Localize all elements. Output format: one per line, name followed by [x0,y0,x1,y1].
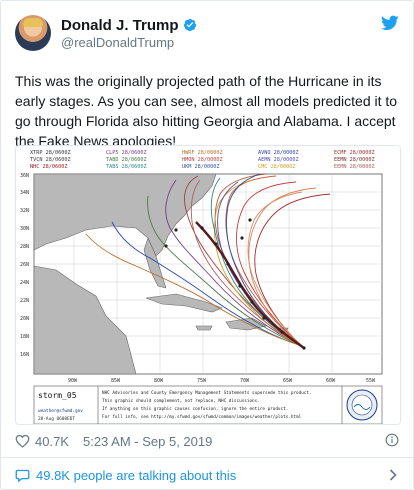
legend-item: AVNO 28/0000Z [258,150,299,156]
info-icon[interactable] [385,433,399,447]
display-name[interactable]: Donald J. Trump [61,17,179,34]
spaghetti-plot: XTRP 28/0600Z CLP5 28/0600Z HWRF 28/0000… [16,146,400,424]
svg-text:30N: 30N [20,226,29,232]
timestamp[interactable]: 5:23 AM - Sep 5, 2019 [83,434,212,449]
legend-item: HWRF 28/0000Z [182,150,223,156]
author-name-row: Donald J. Trump [61,15,197,35]
tweet-header: Donald J. Trump @realDonaldTrump [15,15,399,65]
heart-icon[interactable] [15,434,30,448]
svg-text:55W: 55W [366,378,376,384]
plot-footer: storm_05 weather@sfwmd.gov 28-Aug 0608ED… [33,385,383,424]
svg-text:80W: 80W [154,378,164,384]
avatar[interactable] [15,15,51,51]
svg-text:26N: 26N [20,262,29,268]
divider [1,457,414,458]
svg-text:36N: 36N [20,173,29,179]
legend-item: CLP5 28/0600Z [106,150,147,156]
svg-text:22N: 22N [20,298,29,304]
svg-text:60W: 60W [326,378,336,384]
author-handle[interactable]: @realDonaldTrump [61,35,174,50]
tweet-text: This was the originally projected path o… [15,73,398,149]
legend-item: UKM 28/0000Z [182,164,219,170]
svg-text:34N: 34N [20,190,29,196]
legend-item: EEMN 28/0000Z [334,164,375,170]
svg-text:20N: 20N [20,316,29,322]
legend-item: TABD 28/0600Z [106,157,147,163]
conversation-label: 49.8K people are talking about this [36,467,237,483]
tweet-meta-row: 40.7K 5:23 AM - Sep 5, 2019 [15,431,401,451]
legend-item: HMON 28/0000Z [182,157,223,163]
legend-item: ECMF 28/0000Z [334,150,375,156]
legend-item: TABS 28/0600Z [106,164,147,170]
svg-text:28N: 28N [20,244,29,250]
svg-text:90W: 90W [68,378,78,384]
svg-text:75W: 75W [197,378,207,384]
like-count[interactable]: 40.7K [35,434,69,449]
speech-bubble-icon [15,469,30,482]
chevron-right-icon[interactable] [389,469,397,481]
footer-line: NHC Advisories and County Emergency Mana… [102,390,312,396]
footer-line: If anything on this graphic causes confu… [102,406,288,412]
hurricane-spaghetti-model-image[interactable]: XTRP 28/0600Z CLP5 28/0600Z HWRF 28/0000… [15,145,401,425]
sfwmd-seal-icon [346,389,378,421]
tweet-card: Donald J. Trump @realDonaldTrump This wa… [0,0,414,490]
svg-text:32N: 32N [20,208,29,214]
svg-text:16N: 16N [20,352,29,358]
svg-text:18N: 18N [20,334,29,340]
svg-text:70W: 70W [240,378,250,384]
legend-item: EEMN 28/0000Z [334,157,375,163]
conversation-link[interactable]: 49.8K people are talking about this [15,465,401,485]
legend-item: XTRP 28/0600Z [30,150,71,156]
svg-text:85W: 85W [111,378,121,384]
storm-id: storm_05 [38,391,77,400]
footer-sub: weather@sfwmd.gov [38,408,83,414]
footer-date: 28-Aug 0608EDT [38,416,75,422]
legend-item: NHC 28/0600Z [30,164,67,170]
footer-line: This graphic should complement, not repl… [102,398,260,404]
twitter-bird-icon[interactable] [381,15,399,31]
verified-badge-icon [183,18,196,32]
legend-item: AEMN 28/0000Z [258,157,299,163]
legend-item: CMC 28/0000Z [258,164,295,170]
svg-text:24N: 24N [20,280,29,286]
svg-text:65W: 65W [283,378,293,384]
legend-item: TVCN 28/0600Z [30,157,71,163]
footer-line: For full info, see http://my.sfwmd.gov/s… [102,414,302,420]
